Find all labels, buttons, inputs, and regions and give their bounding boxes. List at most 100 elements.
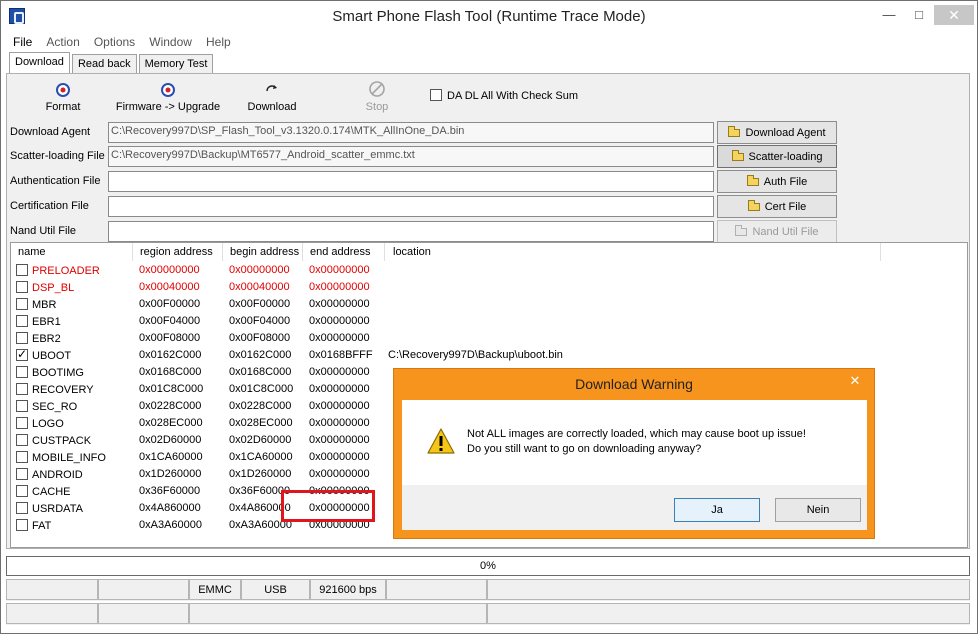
- partition-checkbox[interactable]: [16, 400, 28, 412]
- stop-button[interactable]: Stop: [355, 80, 399, 113]
- menu-window[interactable]: Window: [143, 34, 197, 49]
- partition-checkbox[interactable]: [16, 468, 28, 480]
- partition-checkbox[interactable]: [16, 519, 28, 531]
- partition-checkbox[interactable]: [16, 281, 28, 293]
- nand-field[interactable]: [108, 221, 714, 242]
- partition-checkbox[interactable]: [16, 383, 28, 395]
- cert-label: Certification File: [10, 200, 89, 212]
- maximize-button[interactable]: □: [904, 5, 934, 25]
- scatter-row: Scatter-loading File C:\Recovery997D\Bac…: [8, 145, 840, 169]
- col-begin-address[interactable]: begin address: [223, 243, 303, 261]
- partition-name: LOGO: [16, 417, 64, 430]
- nand-label: Nand Util File: [10, 225, 77, 237]
- partition-checkbox[interactable]: [16, 315, 28, 327]
- col-end-address[interactable]: end address: [303, 243, 385, 261]
- format-button[interactable]: Format: [34, 82, 92, 113]
- region-address: 0x4A860000: [139, 502, 201, 514]
- download-warning-dialog: Download Warning ✕ Not ALL images are co…: [393, 368, 875, 539]
- col-name[interactable]: name: [11, 243, 133, 261]
- auth-field[interactable]: [108, 171, 714, 192]
- partition-checkbox[interactable]: [16, 434, 28, 446]
- partition-checkbox[interactable]: [16, 485, 28, 497]
- partition-checkbox[interactable]: [16, 298, 28, 310]
- download-agent-button[interactable]: Download Agent: [717, 121, 837, 144]
- tab-download[interactable]: Download: [9, 52, 70, 73]
- title-bar: Smart Phone Flash Tool (Runtime Trace Mo…: [1, 1, 977, 33]
- menu-file[interactable]: File: [7, 34, 37, 49]
- format-label: Format: [45, 101, 81, 113]
- cert-field[interactable]: [108, 196, 714, 217]
- scatter-field[interactable]: C:\Recovery997D\Backup\MT6577_Android_sc…: [108, 146, 714, 167]
- minimize-button[interactable]: —: [874, 5, 904, 25]
- progress-bar: 0%: [6, 556, 970, 576]
- menu-action[interactable]: Action: [40, 34, 84, 49]
- menu-options[interactable]: Options: [88, 34, 140, 49]
- ja-button[interactable]: Ja: [674, 498, 760, 522]
- partition-checkbox[interactable]: [16, 502, 28, 514]
- partition-name-text: UBOOT: [32, 350, 72, 362]
- cert-file-button[interactable]: Cert File: [717, 195, 837, 218]
- table-row[interactable]: UBOOT 0x0162C000 0x0162C000 0x0168BFFF C:\Re…: [11, 347, 881, 364]
- table-row[interactable]: EBR2 0x00F08000 0x00F08000 0x00000000: [11, 330, 881, 347]
- region-address: 0x00F04000: [139, 315, 201, 327]
- status-interface: USB: [241, 579, 310, 600]
- partition-checkbox[interactable]: [16, 451, 28, 463]
- partition-name: MBR: [16, 298, 56, 311]
- checksum-checkbox[interactable]: [430, 89, 442, 101]
- table-row[interactable]: PRELOADER 0x00000000 0x00000000 0x00000000: [11, 262, 881, 279]
- download-agent-button-label: Download Agent: [745, 127, 826, 139]
- menu-help[interactable]: Help: [200, 34, 236, 49]
- table-row[interactable]: EBR1 0x00F04000 0x00F04000 0x00000000: [11, 313, 881, 330]
- region-address: 0x02D60000: [139, 434, 202, 446]
- begin-address: 0x1CA60000: [229, 451, 293, 463]
- close-button[interactable]: ✕: [934, 5, 974, 25]
- partition-checkbox[interactable]: [16, 332, 28, 344]
- end-address: 0x00000000: [309, 264, 370, 276]
- partition-checkbox[interactable]: [16, 417, 28, 429]
- end-address: 0x00000000: [309, 281, 370, 293]
- end-address: 0x0168BFFF: [309, 349, 373, 361]
- folder-icon: [747, 200, 760, 211]
- partition-checkbox[interactable]: [16, 347, 28, 361]
- firmware-upgrade-button[interactable]: Firmware -> Upgrade: [112, 82, 224, 113]
- menu-bar: File Action Options Window Help: [7, 34, 236, 52]
- download-button[interactable]: Download: [243, 82, 301, 113]
- dialog-message-line2: Do you still want to go on downloading a…: [467, 443, 702, 455]
- partition-name-text: MOBILE_INFO: [32, 452, 106, 464]
- begin-address: 0x01C8C000: [229, 383, 294, 395]
- nand-button-label: Nand Util File: [752, 226, 819, 238]
- partition-checkbox[interactable]: [16, 264, 28, 276]
- download-agent-label: Download Agent: [10, 126, 91, 138]
- region-address: 0x36F60000: [139, 485, 201, 497]
- tab-memory-test[interactable]: Memory Test: [138, 54, 214, 73]
- auth-file-button[interactable]: Auth File: [717, 170, 837, 193]
- nein-button[interactable]: Nein: [775, 498, 861, 522]
- status-bar-2: [6, 603, 970, 625]
- scatter-loading-button[interactable]: Scatter-loading: [717, 145, 837, 168]
- table-row[interactable]: DSP_BL 0x00040000 0x00040000 0x00000000: [11, 279, 881, 296]
- end-address: 0x00000000: [309, 417, 370, 429]
- partition-name: ANDROID: [16, 468, 83, 481]
- nand-util-button[interactable]: Nand Util File: [717, 220, 837, 243]
- partition-name-text: CACHE: [32, 486, 71, 498]
- auth-button-label: Auth File: [763, 176, 808, 188]
- stop-label: Stop: [365, 101, 389, 113]
- partition-name-text: EBR2: [32, 333, 61, 345]
- tab-read-back[interactable]: Read back: [71, 54, 137, 73]
- table-row[interactable]: MBR 0x00F00000 0x00F00000 0x00000000: [11, 296, 881, 313]
- dialog-close-button[interactable]: ✕: [841, 372, 869, 390]
- nand-row: Nand Util File Nand Util File: [8, 220, 840, 244]
- download-agent-field[interactable]: C:\Recovery997D\SP_Flash_Tool_v3.1320.0.…: [108, 122, 714, 143]
- partition-name-text: USRDATA: [32, 503, 83, 515]
- col-location[interactable]: location: [385, 243, 881, 261]
- partition-checkbox[interactable]: [16, 366, 28, 378]
- tab-bar: Download Read back Memory Test: [9, 52, 214, 74]
- auth-row: Authentication File Auth File: [8, 170, 840, 194]
- partition-name-text: DSP_BL: [32, 282, 75, 294]
- checksum-option[interactable]: DA DL All With Check Sum: [430, 89, 578, 102]
- download-icon: [264, 82, 280, 98]
- col-region-address[interactable]: region address: [133, 243, 223, 261]
- end-address: 0x00000000: [309, 366, 370, 378]
- begin-address: 0x00F00000: [229, 298, 291, 310]
- partition-name-text: EBR1: [32, 316, 61, 328]
